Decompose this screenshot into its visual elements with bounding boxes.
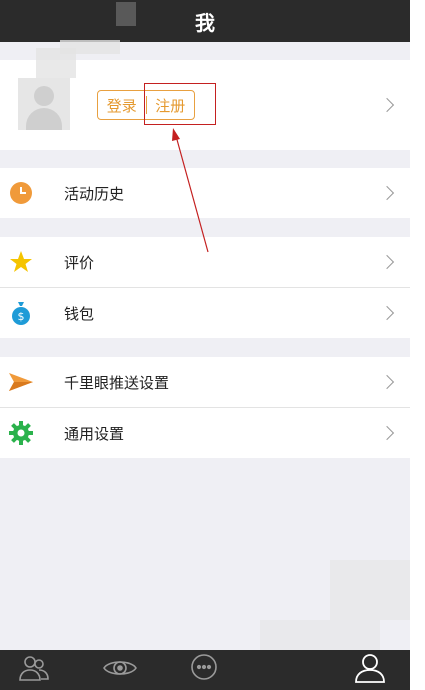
tab-profile[interactable]	[350, 654, 390, 686]
tab-contacts[interactable]	[14, 654, 54, 686]
profile-icon	[354, 653, 386, 687]
mosaic-redaction	[60, 40, 120, 54]
eye-icon	[102, 655, 138, 685]
tab-bar	[0, 650, 410, 690]
tab-chat[interactable]	[184, 654, 224, 686]
chat-icon	[189, 653, 219, 687]
mosaic-redaction	[116, 2, 136, 26]
mosaic-redaction	[260, 620, 380, 650]
contacts-icon	[17, 654, 51, 686]
mosaic-redaction	[330, 560, 410, 620]
tab-eye[interactable]	[100, 654, 140, 686]
phone-screen: 我 登录 注册 活动历史 评价 $ 钱包 千里眼推送设置 通用设置	[0, 0, 410, 690]
